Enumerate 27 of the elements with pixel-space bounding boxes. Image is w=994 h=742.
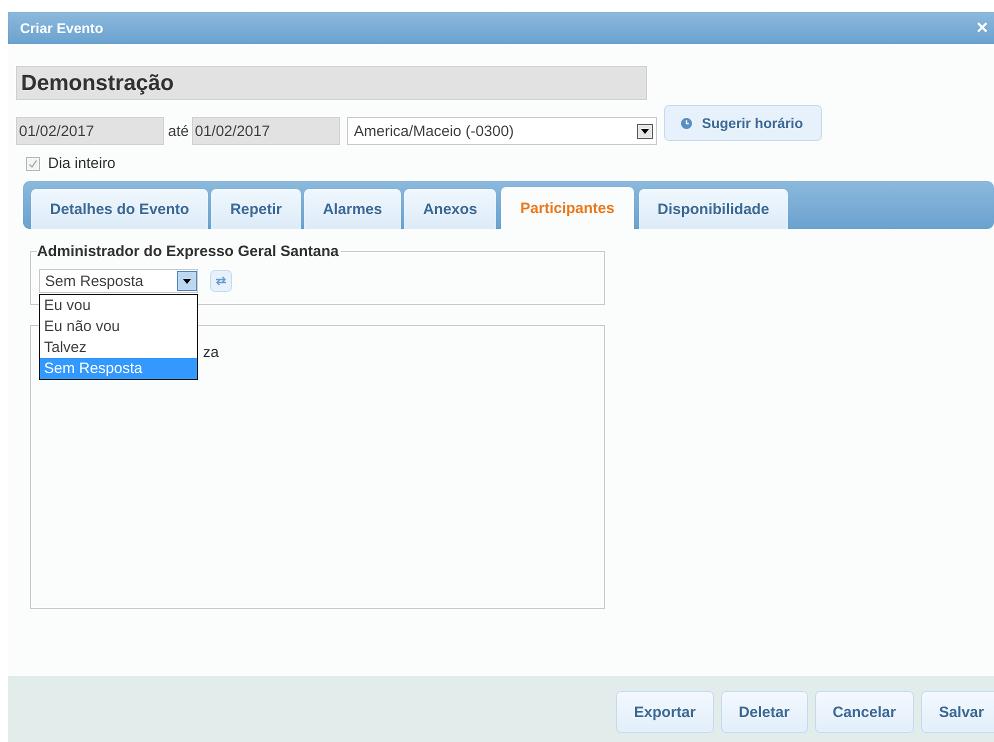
suggest-time-button[interactable]: Sugerir horário [664, 105, 822, 141]
tab[interactable]: Detalhes do Evento [31, 189, 208, 229]
dropdown-option[interactable]: Eu vou [40, 295, 197, 316]
dropdown-option[interactable]: Eu não vou [40, 316, 197, 337]
footer-button[interactable]: Exportar [616, 691, 714, 733]
start-date-field[interactable]: 01/02/2017 [16, 117, 164, 145]
dropdown-option[interactable]: Talvez [40, 337, 197, 358]
clock-icon [680, 118, 692, 128]
response-select[interactable]: Sem Resposta [39, 269, 198, 293]
tab[interactable]: Participantes [501, 187, 634, 229]
swap-icon[interactable] [210, 270, 232, 292]
tab[interactable]: Anexos [404, 189, 496, 229]
end-date-field[interactable]: 01/02/2017 [192, 117, 340, 145]
dropdown-option[interactable]: Sem Resposta [40, 358, 197, 379]
participant-name: za [203, 344, 219, 361]
tab[interactable]: Repetir [211, 189, 301, 229]
timezone-select[interactable]: America/Maceio (-0300) [346, 117, 657, 145]
window-title: Criar Evento [20, 20, 104, 36]
organizer-name: Administrador do Expresso Geral Santana [37, 243, 341, 260]
footer-button[interactable]: Salvar [920, 691, 994, 733]
footer-button[interactable]: Deletar [720, 691, 808, 733]
footer-button[interactable]: Cancelar [814, 691, 914, 733]
until-label: até [168, 123, 189, 140]
event-title-field[interactable]: Demonstração [16, 66, 647, 100]
tab[interactable]: Alarmes [304, 189, 402, 229]
tab[interactable]: Disponibilidade [638, 189, 788, 229]
all-day-label: Dia inteiro [48, 155, 116, 172]
